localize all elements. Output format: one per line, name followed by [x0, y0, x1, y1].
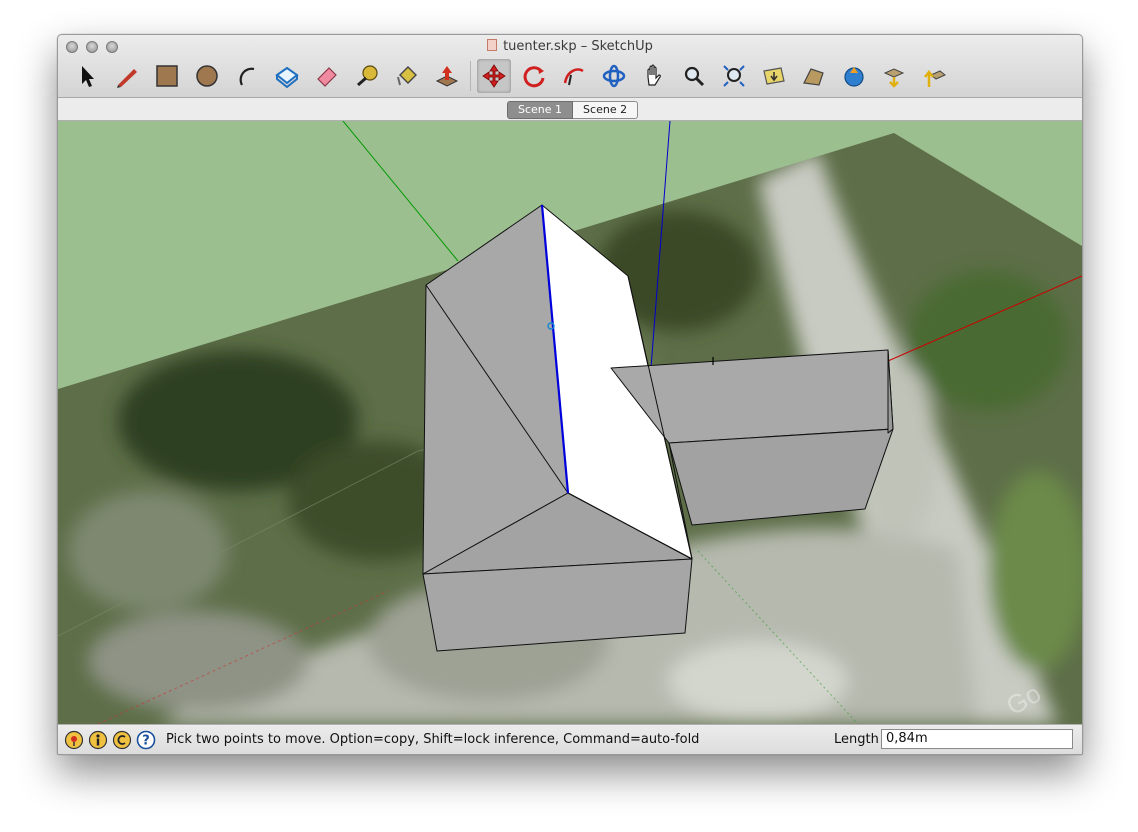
scene-tabs: Scene 1 Scene 2 [507, 101, 639, 119]
rectangle-icon [156, 65, 178, 87]
scene-tabs-bar: Scene 1 Scene 2 [58, 98, 1082, 121]
zoom-icon [684, 66, 705, 87]
pencil-line-icon [117, 69, 137, 88]
tab-scene-1[interactable]: Scene 1 [507, 101, 574, 119]
toggle-terrain-icon [803, 68, 824, 86]
status-message: Pick two points to move. Option=copy, Sh… [166, 732, 700, 747]
eraser-tool-button[interactable] [310, 59, 344, 93]
tab-scene-2[interactable]: Scene 2 [573, 101, 639, 119]
rotate-icon [523, 66, 545, 88]
toolbar-separator [470, 61, 471, 91]
arc-tool-button[interactable] [230, 59, 264, 93]
rotate-tool-button[interactable] [517, 59, 551, 93]
orbit-icon [602, 64, 626, 88]
help-icon[interactable]: ? [136, 730, 156, 750]
zoom-tool-button[interactable] [677, 59, 711, 93]
follow-me-icon [563, 68, 584, 86]
add-location-button[interactable] [837, 59, 871, 93]
move-tool-button[interactable] [477, 59, 511, 93]
sketchup-window: tuenter.skp – SketchUp Scene 1 Scene 2 G… [57, 34, 1083, 755]
get-current-view-icon [763, 67, 785, 85]
zoom-extents-icon [723, 65, 745, 87]
eraser-icon [317, 67, 337, 87]
copyright-icon[interactable] [112, 730, 132, 750]
pan-tool-button[interactable] [637, 59, 671, 93]
document-icon [487, 39, 498, 51]
line-tool-button[interactable] [110, 59, 144, 93]
window-title-text: tuenter.skp – SketchUp [503, 39, 653, 54]
rectangle-tool-button[interactable] [150, 59, 184, 93]
titlebar: tuenter.skp – SketchUp [58, 35, 1082, 98]
geo-location-icon[interactable] [64, 730, 84, 750]
orbit-tool-button[interactable] [597, 59, 631, 93]
get-models-button[interactable] [877, 59, 911, 93]
select-tool-button[interactable] [70, 59, 104, 93]
circle-icon [196, 65, 218, 87]
share-model-button[interactable] [917, 59, 951, 93]
status-icons: ? [64, 730, 156, 750]
move-icon [482, 64, 506, 88]
3d-viewport[interactable]: Go [58, 121, 1082, 724]
push-pull-icon [435, 66, 459, 87]
paint-bucket-icon [397, 66, 417, 86]
add-location-icon [844, 67, 864, 87]
get-models-icon [883, 68, 905, 88]
svg-text:?: ? [142, 734, 150, 749]
make-component-button[interactable] [270, 59, 304, 93]
status-bar: ? Pick two points to move. Option=copy, … [58, 724, 1082, 754]
credits-icon[interactable] [88, 730, 108, 750]
circle-tool-button[interactable] [190, 59, 224, 93]
tape-measure-icon [357, 65, 378, 87]
length-value-field[interactable]: 0,84m [881, 729, 1073, 749]
share-model-icon [924, 69, 946, 87]
arc-icon [239, 67, 255, 86]
tape-measure-button[interactable] [350, 59, 384, 93]
window-title: tuenter.skp – SketchUp [58, 39, 1082, 54]
toggle-terrain-button[interactable] [797, 59, 831, 93]
main-toolbar [70, 59, 957, 93]
select-arrow-icon [82, 66, 94, 87]
paint-bucket-button[interactable] [390, 59, 424, 93]
push-pull-button[interactable] [430, 59, 464, 93]
model-canvas[interactable]: Go [58, 121, 1082, 724]
length-label: Length [834, 732, 879, 747]
zoom-extents-button[interactable] [717, 59, 751, 93]
get-current-view-button[interactable] [757, 59, 791, 93]
follow-me-button[interactable] [557, 59, 591, 93]
make-component-icon [275, 66, 299, 89]
pan-hand-icon [647, 64, 661, 86]
